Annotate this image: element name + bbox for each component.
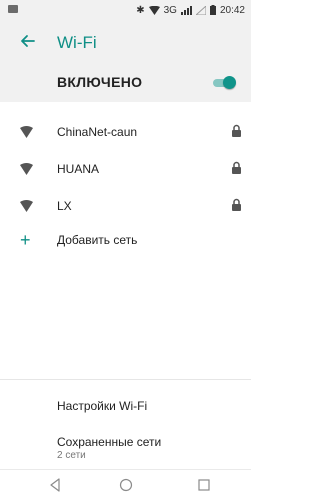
lock-icon	[232, 124, 241, 137]
saved-networks-label: Сохраненные сети	[57, 435, 162, 449]
wifi-signal-icon	[20, 163, 33, 175]
network-type: 3G	[163, 4, 177, 16]
network-name: ChinaNet-caun	[57, 125, 138, 139]
bluetooth-icon: ✱	[136, 4, 145, 16]
navigation-bar	[0, 469, 251, 502]
plus-icon: +	[20, 230, 31, 250]
page-title: Wi-Fi	[57, 33, 97, 52]
status-bar: ✱ 3G 20:42	[0, 0, 251, 20]
wifi-settings-label: Настройки Wi-Fi	[57, 399, 148, 413]
add-network-button[interactable]: + Добавить сеть	[0, 225, 251, 261]
recents-icon[interactable]	[197, 478, 211, 492]
wifi-settings-item[interactable]: Настройки Wi-Fi	[0, 392, 251, 418]
network-item[interactable]: LX	[0, 188, 251, 225]
clock: 20:42	[219, 4, 245, 16]
app-header: Wi-Fi	[0, 20, 251, 64]
network-name: HUANA	[57, 162, 100, 176]
wifi-toggle[interactable]	[213, 76, 236, 89]
saved-networks-count: 2 сети	[57, 450, 86, 461]
saved-networks-item[interactable]: Сохраненные сети 2 сети	[0, 427, 251, 461]
lock-icon	[232, 198, 241, 211]
battery-icon	[209, 5, 216, 15]
wifi-signal-icon	[20, 126, 33, 138]
no-signal-icon	[195, 5, 206, 15]
arrow-left-icon[interactable]	[18, 31, 38, 51]
wifi-master-switch-row[interactable]: ВКЛЮЧЕНО	[0, 64, 251, 102]
status-icons: ✱ 3G 20:42	[136, 3, 245, 17]
lock-icon	[232, 161, 241, 174]
network-item[interactable]: HUANA	[0, 151, 251, 188]
wifi-status-icon	[148, 5, 160, 15]
divider	[0, 379, 251, 380]
wifi-signal-icon	[20, 200, 33, 212]
master-switch-label: ВКЛЮЧЕНО	[57, 74, 143, 90]
network-name: LX	[57, 199, 72, 213]
home-icon[interactable]	[119, 478, 133, 492]
add-network-label: Добавить сеть	[57, 233, 138, 247]
back-icon[interactable]	[48, 478, 62, 492]
notification-icon	[8, 5, 18, 13]
toggle-thumb	[223, 76, 236, 89]
network-item[interactable]: ChinaNet-caun	[0, 114, 251, 151]
signal-icon	[180, 5, 192, 15]
